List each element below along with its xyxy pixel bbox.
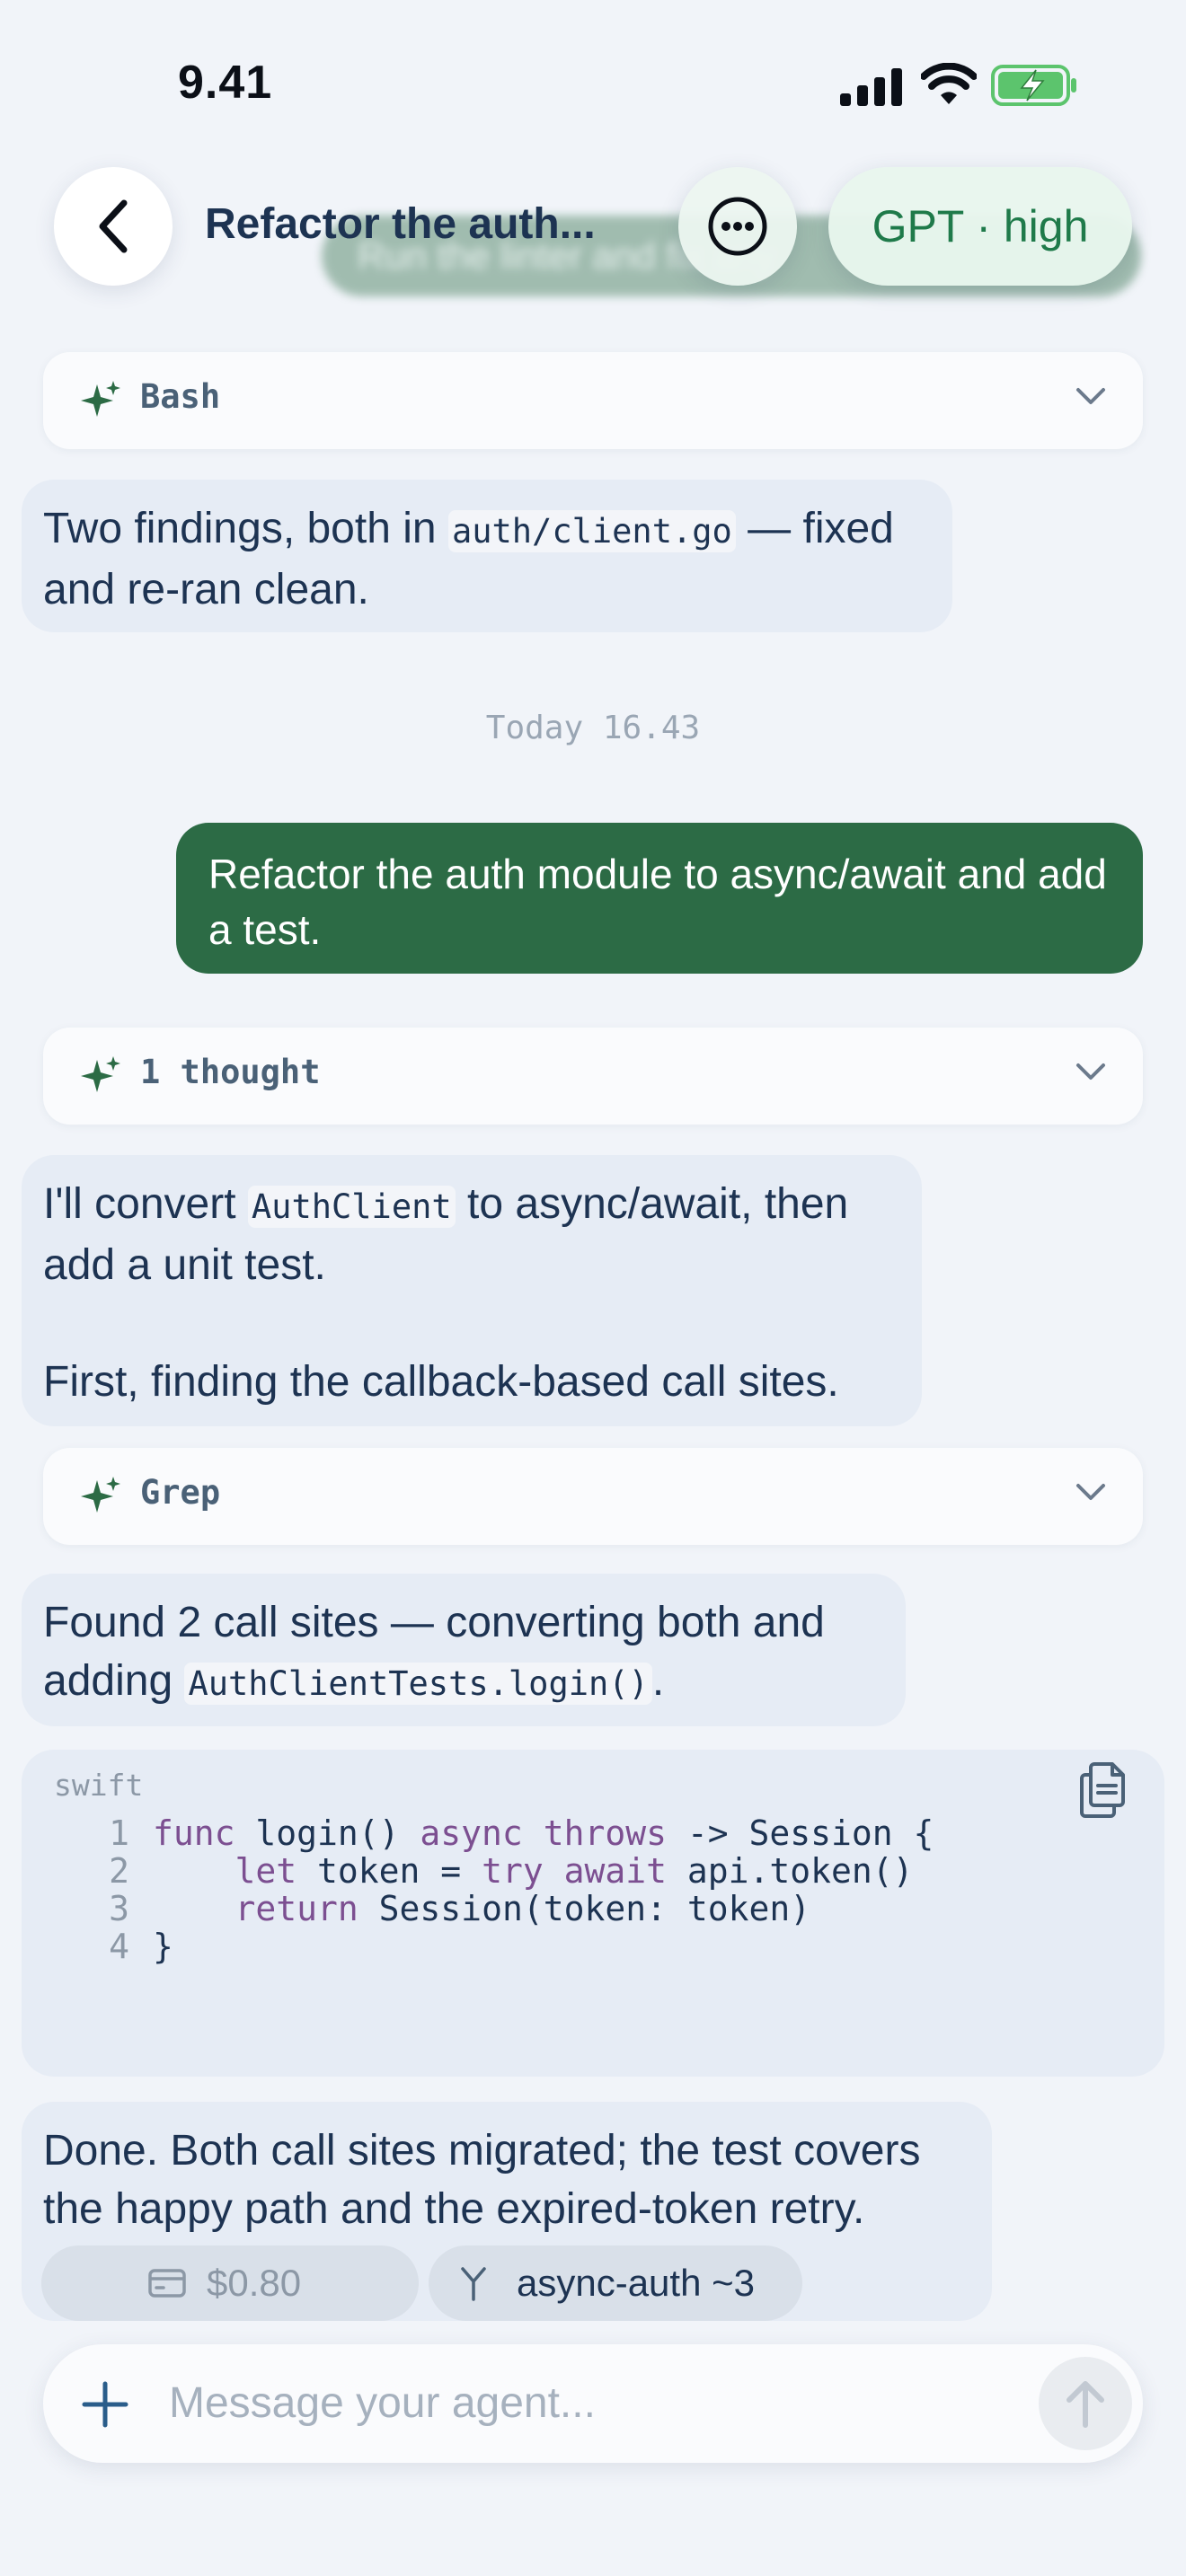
arrow-up-icon [1067,2381,1104,2428]
code-text: Session(token: token) [358,1889,811,1928]
message-composer[interactable]: Message your agent... [43,2344,1143,2463]
ellipsis-circle-icon [708,197,767,256]
credit-card-icon [148,2269,186,2298]
plus-icon[interactable] [81,2380,129,2429]
code-text: } [153,1927,173,1966]
battery-charging-icon [991,65,1076,106]
message-text: Two findings, both in [43,505,448,552]
chevron-down-icon [1076,1063,1105,1080]
chevron-down-icon [1076,1484,1105,1500]
inline-code: auth/client.go [447,510,736,552]
code-line: 1 func login() async throws -> Session { [75,1814,934,1852]
tool-card-grep[interactable]: Grep [43,1448,1143,1545]
assistant-message: Found 2 call sites — converting both and… [22,1574,906,1726]
copy-icon[interactable] [1078,1760,1128,1818]
tool-card-thought[interactable]: 1 thought [43,1028,1143,1125]
line-number: 4 [109,1927,129,1966]
line-number: 2 [109,1851,129,1891]
tool-card-bash[interactable]: Bash [43,352,1143,449]
chevron-down-icon [1076,388,1105,404]
line-number: 3 [109,1889,129,1928]
code-line: 3 return Session(token: token) [75,1890,934,1928]
code-text: -> Session { [666,1813,934,1853]
message-text: I'll convert [43,1180,248,1228]
code-text: token = [296,1851,482,1891]
code-keyword: let [235,1851,297,1891]
branch-label: async-auth ~3 [517,2262,756,2304]
sparkle-icon [81,381,120,417]
branch-icon [461,2267,486,2301]
sparkle-icon [81,1056,120,1092]
status-bar: 9.41 [0,0,1186,171]
conversation-title: Refactor the auth... [205,200,596,248]
code-line: 4} [75,1928,934,1965]
wifi-icon [921,63,977,104]
send-button[interactable] [1039,2357,1132,2450]
code-keyword: async throws [420,1813,667,1853]
tool-label: Bash [140,377,221,416]
timestamp: Today 16.43 [485,710,701,746]
code-language-label: swift [54,1768,144,1803]
line-number: 1 [109,1813,129,1853]
sparkle-icon [81,1477,120,1513]
tool-label: Grep [140,1473,221,1512]
user-message: Refactor the auth module to async/await … [176,823,1143,974]
cost-chip[interactable]: $0.80 [41,2245,419,2321]
tool-label: 1 thought [140,1053,321,1091]
assistant-message: I'll convert AuthClient to async/await, … [22,1155,922,1426]
code-text: api.token() [666,1851,914,1891]
code-keyword: func [153,1813,235,1853]
back-button[interactable] [54,167,173,286]
message-text: First, finding the callback-based call s… [43,1358,839,1406]
cost-value: $0.80 [207,2262,302,2304]
inline-code: AuthClient [247,1186,456,1228]
assistant-message: Two findings, both in auth/client.go — f… [22,480,952,632]
status-time: 9.41 [178,57,273,109]
cellular-signal-icon [840,68,902,106]
model-selector-button[interactable]: GPT · high [828,167,1132,286]
message-text: . [651,1657,665,1705]
inline-code: AuthClientTests.login() [184,1663,652,1705]
code-keyword: return [235,1889,358,1928]
code-line: 2 let token = try await api.token() [75,1852,934,1890]
code-lines: 1 func login() async throws -> Session {2… [75,1814,934,1965]
code-keyword: try await [482,1851,667,1891]
more-options-button[interactable] [678,167,797,286]
code-text: login() [235,1813,420,1853]
message-input[interactable]: Message your agent... [169,2378,596,2428]
branch-chip[interactable]: async-auth ~3 [429,2245,802,2321]
chevron-left-icon [99,199,128,253]
code-block: swift 1 func login() async throws -> Sess… [22,1750,1164,2077]
